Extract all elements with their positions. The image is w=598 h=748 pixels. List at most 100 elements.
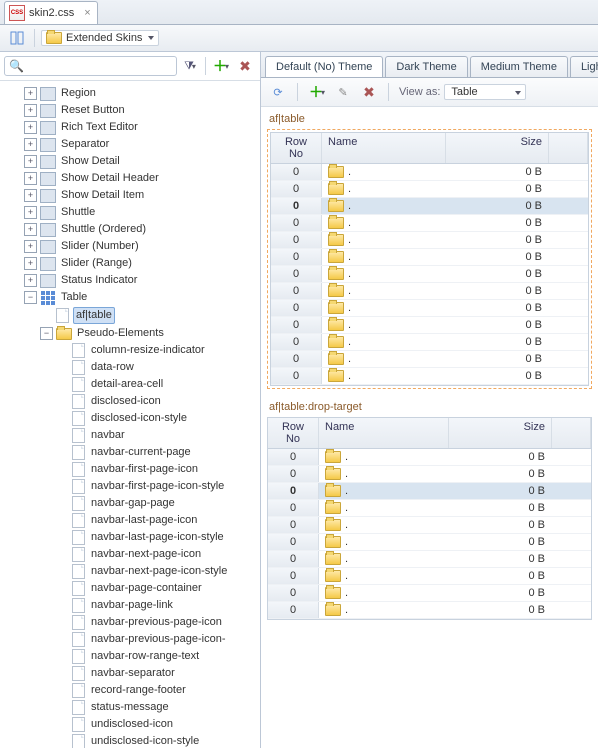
table-row[interactable]: 0.0 B — [268, 466, 591, 483]
tree-node[interactable]: navbar-current-page — [2, 444, 260, 461]
table-row[interactable]: 0.0 B — [271, 334, 588, 351]
tree-node[interactable]: navbar — [2, 427, 260, 444]
expand-icon[interactable]: + — [24, 87, 37, 100]
table-row[interactable]: 0.0 B — [271, 300, 588, 317]
table-row[interactable]: 0.0 B — [268, 602, 591, 619]
tree-node[interactable]: detail-area-cell — [2, 376, 260, 393]
tree-node[interactable]: navbar-last-page-icon — [2, 512, 260, 529]
tree-node[interactable]: navbar-first-page-icon-style — [2, 478, 260, 495]
delete-style-button[interactable]: ✖ — [358, 81, 380, 103]
expand-icon[interactable]: + — [24, 189, 37, 202]
tree-node[interactable]: disclosed-icon — [2, 393, 260, 410]
expand-icon[interactable]: + — [24, 172, 37, 185]
search-input[interactable]: 🔍 — [4, 56, 177, 76]
table-row[interactable]: 0.0 B — [271, 164, 588, 181]
tree-node[interactable]: navbar-page-link — [2, 597, 260, 614]
tree-node[interactable]: status-message — [2, 699, 260, 716]
table-row[interactable]: 0.0 B — [271, 351, 588, 368]
tree-node[interactable]: +Shuttle — [2, 204, 260, 221]
tree-node[interactable]: navbar-first-page-icon — [2, 461, 260, 478]
component-tree[interactable]: +Region+Reset Button+Rich Text Editor+Se… — [0, 81, 260, 748]
tree-node[interactable]: undisclosed-icon — [2, 716, 260, 733]
tree-node[interactable]: +Slider (Range) — [2, 255, 260, 272]
table-row[interactable]: 0.0 B — [271, 181, 588, 198]
tree-node[interactable]: navbar-separator — [2, 665, 260, 682]
file-tab[interactable]: CSS skin2.css × — [4, 1, 98, 24]
tree-node[interactable]: −Table — [2, 289, 260, 306]
col-size[interactable]: Size — [446, 133, 549, 163]
tree-node[interactable]: navbar-next-page-icon — [2, 546, 260, 563]
table-row[interactable]: 0.0 B — [271, 232, 588, 249]
theme-tab[interactable]: Medium Theme — [470, 56, 568, 77]
tree-node[interactable]: data-row — [2, 359, 260, 376]
expand-icon[interactable]: + — [24, 138, 37, 151]
search-field[interactable] — [24, 58, 172, 74]
table-row[interactable]: 0.0 B — [271, 317, 588, 334]
col-rowno[interactable]: RowNo — [268, 418, 319, 448]
tree-node[interactable]: column-resize-indicator — [2, 342, 260, 359]
tree-node[interactable]: navbar-page-container — [2, 580, 260, 597]
tree-node[interactable]: navbar-last-page-icon-style — [2, 529, 260, 546]
expand-icon[interactable]: + — [24, 240, 37, 253]
tree-node[interactable]: +Show Detail Item — [2, 187, 260, 204]
tree-node[interactable]: +Separator — [2, 136, 260, 153]
col-name[interactable]: Name — [322, 133, 446, 163]
table-row[interactable]: 0.0 B — [268, 568, 591, 585]
expand-icon[interactable]: + — [24, 104, 37, 117]
col-name[interactable]: Name — [319, 418, 449, 448]
extended-skins-dropdown[interactable]: Extended Skins — [41, 30, 159, 46]
close-icon[interactable]: × — [84, 7, 90, 19]
collapse-icon[interactable]: − — [40, 327, 53, 340]
expand-icon[interactable]: + — [24, 274, 37, 287]
table-row[interactable]: 0.0 B — [271, 215, 588, 232]
expand-icon[interactable]: + — [24, 257, 37, 270]
collapse-icon[interactable]: − — [24, 291, 37, 304]
edit-button[interactable]: ✎ — [332, 81, 354, 103]
tree-node[interactable]: +Show Detail — [2, 153, 260, 170]
preview-scroll[interactable]: af|tableRowNoNameSize0.0 B0.0 B0.0 B0.0 … — [261, 107, 598, 748]
add-style-button[interactable]: ＋▾ — [306, 81, 328, 103]
filter-button[interactable]: ⧩▾ — [179, 55, 201, 77]
table-row[interactable]: 0.0 B — [271, 249, 588, 266]
tree-node[interactable]: af|table — [2, 306, 260, 325]
tree-node[interactable]: +Status Indicator — [2, 272, 260, 289]
tree-node[interactable]: navbar-next-page-icon-style — [2, 563, 260, 580]
table-row[interactable]: 0.0 B — [268, 500, 591, 517]
tree-node[interactable]: +Slider (Number) — [2, 238, 260, 255]
tree-node[interactable]: navbar-row-range-text — [2, 648, 260, 665]
tree-node[interactable]: navbar-previous-page-icon — [2, 614, 260, 631]
table-row[interactable]: 0.0 B — [268, 449, 591, 466]
tree-node[interactable]: disclosed-icon-style — [2, 410, 260, 427]
tree-node[interactable]: +Rich Text Editor — [2, 119, 260, 136]
col-rowno[interactable]: RowNo — [271, 133, 322, 163]
tree-node[interactable]: navbar-previous-page-icon- — [2, 631, 260, 648]
col-size[interactable]: Size — [449, 418, 552, 448]
table-row[interactable]: 0.0 B — [268, 585, 591, 602]
theme-tab[interactable]: Default (No) Theme — [265, 56, 383, 77]
layout-toggle-button[interactable] — [6, 27, 28, 49]
expand-icon[interactable]: + — [24, 223, 37, 236]
tree-node[interactable]: −Pseudo-Elements — [2, 325, 260, 342]
delete-button[interactable]: ✖ — [234, 55, 256, 77]
tree-node[interactable]: +Reset Button — [2, 102, 260, 119]
view-as-select[interactable]: Table — [444, 84, 526, 100]
table-row[interactable]: 0.0 B — [268, 534, 591, 551]
table-row[interactable]: 0.0 B — [268, 483, 591, 500]
table-row[interactable]: 0.0 B — [271, 283, 588, 300]
theme-tab[interactable]: Light Theme — [570, 56, 598, 77]
expand-icon[interactable]: + — [24, 155, 37, 168]
tree-node[interactable]: record-range-footer — [2, 682, 260, 699]
add-button[interactable]: ＋▾ — [210, 55, 232, 77]
theme-tab[interactable]: Dark Theme — [385, 56, 467, 77]
tree-node[interactable]: +Show Detail Header — [2, 170, 260, 187]
expand-icon[interactable]: + — [24, 206, 37, 219]
refresh-button[interactable]: ⟳ — [267, 81, 289, 103]
tree-node[interactable]: +Region — [2, 85, 260, 102]
table-row[interactable]: 0.0 B — [268, 517, 591, 534]
tree-node[interactable]: navbar-gap-page — [2, 495, 260, 512]
table-row[interactable]: 0.0 B — [271, 266, 588, 283]
table-row[interactable]: 0.0 B — [271, 198, 588, 215]
table-row[interactable]: 0.0 B — [271, 368, 588, 385]
expand-icon[interactable]: + — [24, 121, 37, 134]
tree-node[interactable]: +Shuttle (Ordered) — [2, 221, 260, 238]
